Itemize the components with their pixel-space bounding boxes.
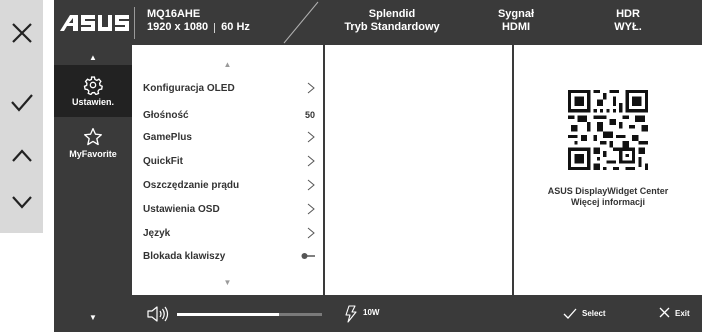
confirm-button[interactable] xyxy=(0,78,43,128)
star-icon xyxy=(84,127,103,146)
asus-logo xyxy=(60,15,129,31)
bottom-bar: 10W Select Exit xyxy=(132,295,702,332)
menu-item-label: GamePlus xyxy=(143,131,192,143)
info-title: ASUS DisplayWidget Center xyxy=(547,186,669,196)
power-value: 10W xyxy=(363,308,380,317)
qr-code xyxy=(568,90,648,170)
splendid-status: Splendid Tryb Standardowy xyxy=(328,8,456,34)
menu-item-language[interactable]: Język xyxy=(132,221,323,245)
close-icon xyxy=(11,23,32,43)
check-icon xyxy=(10,94,33,112)
hdr-status: HDR WYŁ. xyxy=(594,8,662,34)
close-button[interactable] xyxy=(0,8,43,58)
chevron-right-icon xyxy=(307,227,315,239)
menu-item-label: QuickFit xyxy=(143,155,184,167)
nav-rail xyxy=(0,0,43,233)
category-settings[interactable]: Ustawien. xyxy=(54,65,132,117)
chevron-right-icon xyxy=(307,131,315,143)
chevron-up-icon xyxy=(11,149,32,162)
settings-menu: ▲ Konfiguracja OLED Głośność 50 GamePlus… xyxy=(132,45,323,295)
hdr-label: HDR xyxy=(616,8,640,20)
osd-panel: MQ16AHE 1920 x 1080 60 Hz Splendid Tryb … xyxy=(54,0,702,332)
menu-item-power-saving[interactable]: Oszczędzanie prądu xyxy=(132,173,323,197)
signal-label: Sygnał xyxy=(497,8,535,20)
menu-item-quickfit[interactable]: QuickFit xyxy=(132,149,323,173)
resolution: 1920 x 1080 xyxy=(147,21,209,33)
chevron-right-icon xyxy=(307,179,315,191)
info-divider xyxy=(214,22,216,33)
menu-item-volume[interactable]: Głośność 50 xyxy=(132,103,323,127)
category-myfavorite[interactable]: MyFavorite xyxy=(54,117,132,169)
speaker-icon xyxy=(147,306,169,322)
chevron-right-icon xyxy=(307,203,315,215)
osd-screen: MQ16AHE 1920 x 1080 60 Hz Splendid Tryb … xyxy=(0,0,702,332)
menu-item-label: Ustawienia OSD xyxy=(143,203,220,215)
select-button[interactable]: Select xyxy=(582,309,606,318)
menu-item-label: Konfiguracja OLED xyxy=(143,82,235,94)
splendid-value: Tryb Standardowy xyxy=(344,21,440,33)
chevron-down-icon xyxy=(11,196,32,209)
menu-item-gameplus[interactable]: GamePlus xyxy=(132,125,323,149)
category-label: Ustawien. xyxy=(71,97,114,107)
model-name: MQ16AHE xyxy=(147,8,201,20)
menu-item-osd-settings[interactable]: Ustawienia OSD xyxy=(132,197,323,221)
close-icon xyxy=(659,307,670,318)
up-button[interactable] xyxy=(0,131,43,181)
check-icon xyxy=(563,308,577,319)
down-button[interactable] xyxy=(0,177,43,227)
chevron-right-icon xyxy=(307,82,315,94)
refresh-rate: 60 Hz xyxy=(221,21,250,33)
header-slash xyxy=(283,1,319,44)
menu-item-label: Język xyxy=(143,227,171,239)
category-label: MyFavorite xyxy=(69,149,117,159)
signal-status: Sygnał HDMI xyxy=(486,8,546,34)
volume-fill xyxy=(177,313,279,316)
exit-button[interactable]: Exit xyxy=(675,309,690,318)
category-scroll-up-icon[interactable]: ▲ xyxy=(54,53,132,63)
category-column: ▲ Ustawien. MyFavorite ▼ xyxy=(54,45,132,332)
power-icon xyxy=(345,305,357,323)
chevron-right-icon xyxy=(307,155,315,167)
hdr-value: WYŁ. xyxy=(614,21,642,33)
menu-item-label: Głośność xyxy=(143,109,189,121)
signal-value: HDMI xyxy=(501,21,531,33)
gear-icon xyxy=(83,76,103,95)
splendid-label: Splendid xyxy=(368,8,416,20)
submenu-panel xyxy=(325,45,512,295)
menu-item-label: Blokada klawiszy xyxy=(143,250,226,262)
menu-item-label: Oszczędzanie prądu xyxy=(143,179,240,191)
toggle-icon[interactable] xyxy=(301,253,315,259)
menu-item-oled-config[interactable]: Konfiguracja OLED xyxy=(132,76,323,100)
more-info-link[interactable]: Więcej informacji xyxy=(514,197,702,208)
menu-item-key-lock[interactable]: Blokada klawiszy xyxy=(132,244,323,268)
logo-divider xyxy=(134,7,135,39)
menu-scroll-up-icon[interactable]: ▲ xyxy=(132,60,323,70)
model-info: MQ16AHE 1920 x 1080 60 Hz xyxy=(147,8,250,34)
status-bar: MQ16AHE 1920 x 1080 60 Hz Splendid Tryb … xyxy=(54,0,702,45)
menu-scroll-down-icon[interactable]: ▼ xyxy=(132,278,323,288)
category-scroll-down-icon[interactable]: ▼ xyxy=(54,313,132,323)
info-panel: ASUS DisplayWidget Center Więcej informa… xyxy=(514,45,702,295)
volume-slider[interactable] xyxy=(177,313,322,316)
volume-value: 50 xyxy=(304,110,315,120)
